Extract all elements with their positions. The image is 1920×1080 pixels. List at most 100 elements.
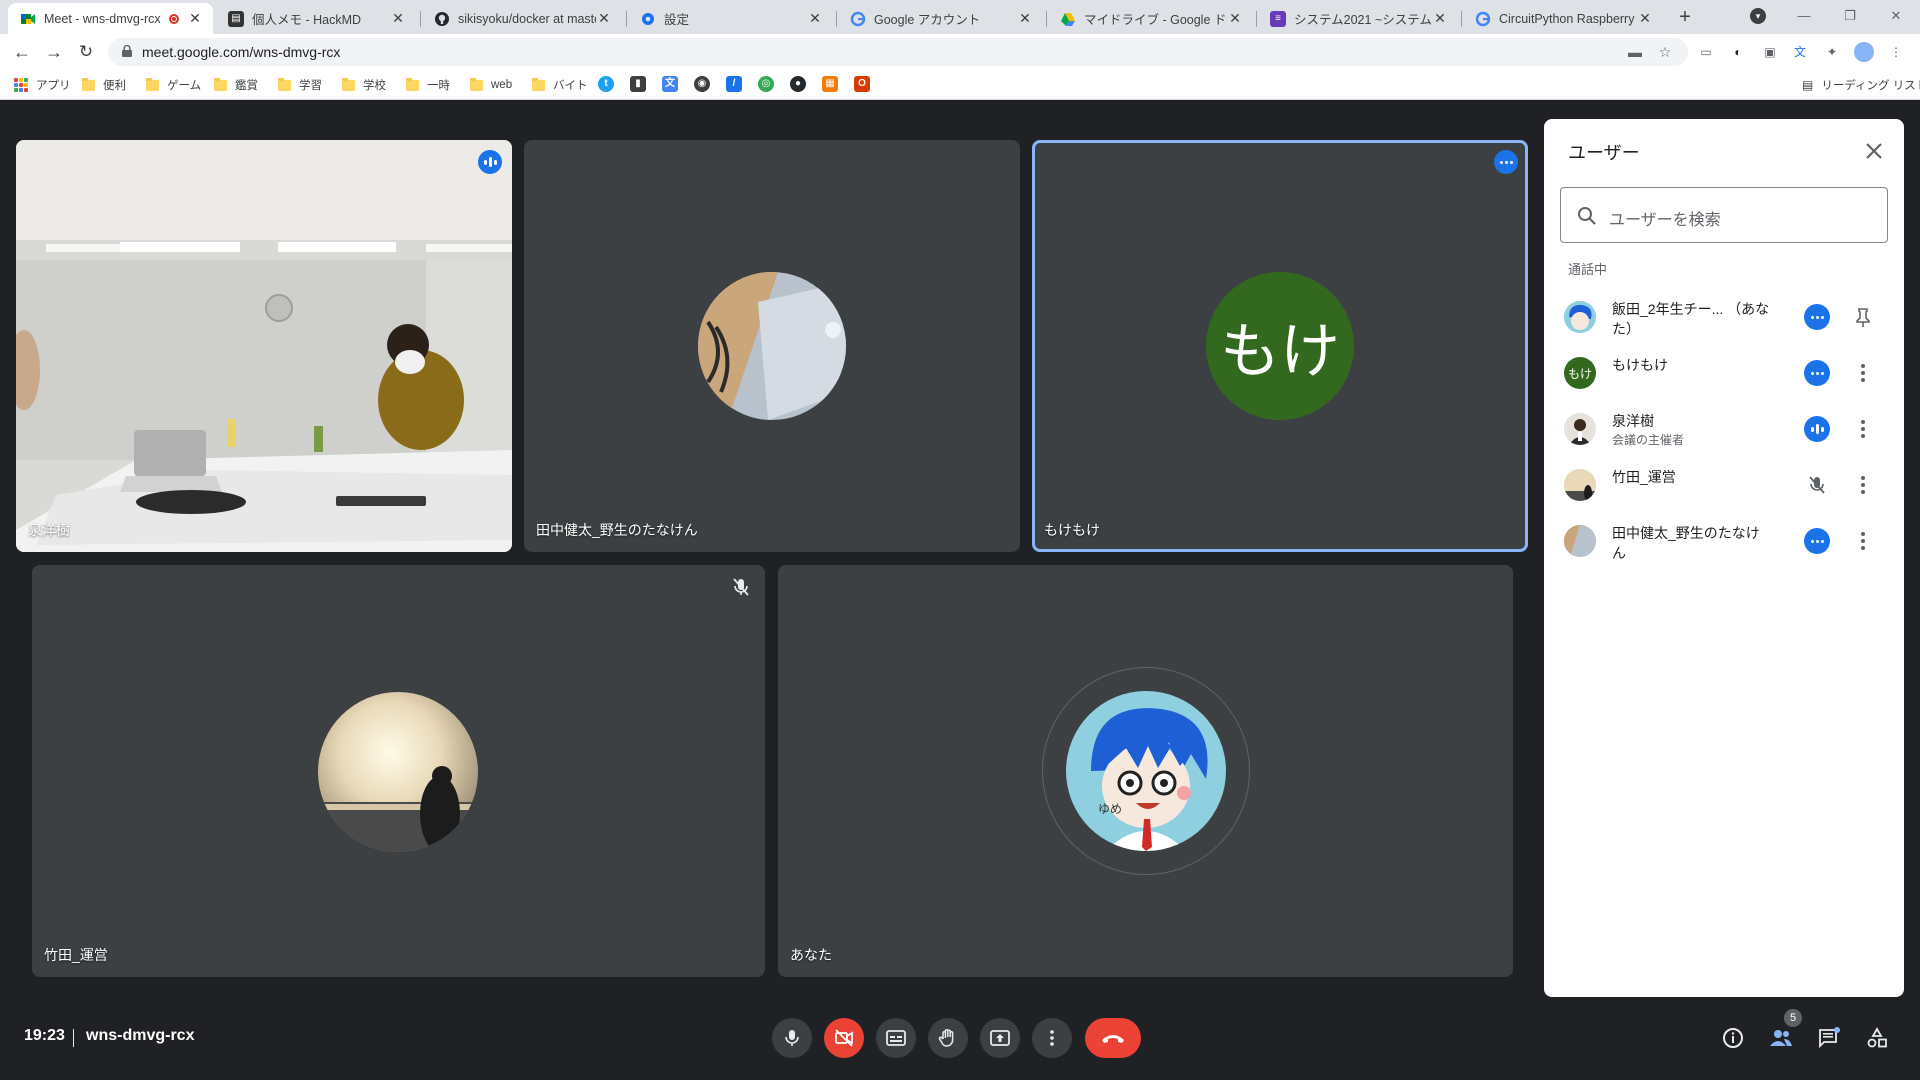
participant-avatar (698, 272, 846, 420)
reload-icon[interactable]: ↻ (74, 40, 98, 64)
more-options-icon[interactable] (1804, 304, 1830, 330)
end-call-icon (1102, 1035, 1124, 1043)
participant-tile-camera[interactable]: 泉洋樹 (16, 140, 512, 552)
tab-google-forms[interactable]: ≡ システム2021 ~システムVS~ ✕ (1258, 3, 1458, 34)
close-icon[interactable] (1862, 139, 1886, 163)
bookmark-star-icon[interactable]: ☆ (1656, 43, 1674, 61)
more-vert-icon[interactable] (1850, 416, 1876, 442)
reading-list-button[interactable]: ▤ リーディング リスト (1802, 77, 1920, 93)
chat-extension-icon[interactable]: ▣ (1760, 42, 1780, 62)
participant-name: 竹田_運営 (44, 947, 108, 963)
captions-button[interactable] (876, 1018, 916, 1058)
bar-divider (73, 1029, 74, 1047)
orange-app-icon[interactable]: ▦ (822, 76, 838, 92)
more-options-icon[interactable] (1804, 528, 1830, 554)
bookmark-folder[interactable]: 一時 (406, 77, 450, 93)
forward-icon[interactable]: → (42, 40, 66, 64)
person-row[interactable]: 竹田_運営 (1544, 457, 1904, 513)
tab-circuitpython[interactable]: CircuitPython Raspberry Pi ✕ (1463, 3, 1663, 34)
close-tab-icon[interactable]: ✕ (1432, 10, 1448, 27)
close-tab-icon[interactable]: ✕ (1017, 10, 1033, 27)
tab-divider (626, 11, 627, 27)
participant-name: 田中健太_野生のたなけん (536, 522, 698, 538)
meeting-details-button[interactable] (1720, 1025, 1746, 1051)
tab-google-account[interactable]: Google アカウント ✕ (838, 3, 1043, 34)
camera-toggle-button[interactable] (824, 1018, 864, 1058)
bookmark-apps[interactable]: アプリ (14, 77, 71, 93)
document-icon[interactable]: ▮ (630, 76, 646, 92)
close-tab-icon[interactable]: ✕ (1227, 10, 1243, 27)
person-row-self[interactable]: 飯田_2年生チー... （あなた） (1544, 289, 1904, 345)
tab-search-icon[interactable]: ▾ (1750, 8, 1766, 24)
folder-icon (342, 77, 355, 91)
close-tab-icon[interactable]: ✕ (807, 10, 823, 27)
more-options-icon[interactable] (1494, 150, 1518, 174)
sync-extension-icon[interactable]: ◐ (1728, 42, 1748, 62)
more-vert-icon[interactable] (1850, 472, 1876, 498)
bookmark-folder[interactable]: 便利 (82, 77, 126, 93)
close-tab-icon[interactable]: ✕ (596, 10, 612, 27)
participant-tile[interactable]: 竹田_運営 (32, 565, 765, 977)
people-search-input[interactable]: ユーザーを検索 (1560, 187, 1888, 243)
people-button[interactable] (1768, 1025, 1794, 1051)
tab-meet[interactable]: Meet - wns-dmvg-rcx ✕ (8, 3, 213, 34)
extensions-puzzle-icon[interactable]: ✦ (1822, 42, 1842, 62)
translate-extension-icon[interactable]: 文 (1790, 42, 1810, 62)
bookmark-folder[interactable]: web (470, 77, 512, 93)
participant-tile[interactable]: 田中健太_野生のたなけん (524, 140, 1020, 552)
person-name: もけもけ (1612, 357, 1668, 373)
participant-tile-highlighted[interactable]: もけ もけもけ (1032, 140, 1528, 552)
more-vert-icon[interactable] (1850, 528, 1876, 554)
twitter-icon[interactable]: t (598, 76, 614, 92)
person-row[interactable]: もけ もけもけ (1544, 345, 1904, 401)
camera-video-frame (16, 140, 512, 552)
close-tab-icon[interactable]: ✕ (390, 10, 406, 27)
bookmark-folder[interactable]: 鑑賞 (214, 77, 258, 93)
address-bar[interactable]: meet.google.com/wns-dmvg-rcx ▬ ☆ (108, 38, 1688, 66)
circle-app-icon[interactable]: ◉ (694, 76, 710, 92)
chat-icon (1819, 1027, 1840, 1049)
person-row-host[interactable]: 泉洋樹 会議の主催者 (1544, 401, 1904, 457)
bookmark-label: ゲーム (167, 80, 202, 92)
bookmark-folder[interactable]: 学校 (342, 77, 386, 93)
person-row[interactable]: 田中健太_野生のたなけん (1544, 513, 1904, 569)
profile-avatar-icon[interactable] (1854, 42, 1874, 62)
minimize-icon[interactable]: — (1781, 4, 1827, 28)
microphone-button[interactable] (772, 1018, 812, 1058)
present-screen-button[interactable] (980, 1018, 1020, 1058)
back-icon[interactable]: ← (10, 40, 34, 64)
leave-call-button[interactable] (1085, 1018, 1141, 1058)
more-vert-icon[interactable] (1850, 360, 1876, 386)
pin-icon[interactable] (1850, 304, 1876, 330)
green-app-icon[interactable]: ◎ (758, 76, 774, 92)
github-icon[interactable]: ● (790, 76, 806, 92)
tab-github[interactable]: sikisyoku/docker at master ✕ (422, 3, 622, 34)
tab-divider (420, 11, 421, 27)
tab-google-drive[interactable]: マイドライブ - Google ドライブ ✕ (1048, 3, 1253, 34)
activities-button[interactable] (1864, 1025, 1890, 1051)
close-tab-icon[interactable]: ✕ (1637, 10, 1653, 27)
camera-blocked-icon[interactable]: ▬ (1626, 43, 1644, 61)
chat-button[interactable] (1816, 1025, 1842, 1051)
bookmark-label: 一時 (427, 80, 450, 92)
raise-hand-button[interactable] (928, 1018, 968, 1058)
bookmark-folder[interactable]: バイト (532, 77, 588, 93)
meeting-code: wns-dmvg-rcx (86, 1027, 195, 1044)
new-tab-button[interactable]: + (1672, 5, 1698, 31)
cast-extension-icon[interactable]: ▭ (1696, 42, 1716, 62)
tab-hackmd[interactable]: ▤ 個人メモ - HackMD ✕ (216, 3, 416, 34)
more-options-icon[interactable] (1804, 360, 1830, 386)
bookmark-folder[interactable]: ゲーム (146, 77, 201, 93)
person-name: 竹田_運営 (1612, 469, 1676, 485)
chrome-menu-icon[interactable]: ⋮ (1886, 42, 1906, 62)
tab-settings[interactable]: 設定 ✕ (628, 3, 833, 34)
office-icon[interactable]: O (854, 76, 870, 92)
restore-icon[interactable]: ❐ (1827, 4, 1873, 28)
self-tile[interactable]: ゆめ あなた (778, 565, 1513, 977)
translate-icon[interactable]: 文 (662, 76, 678, 92)
more-options-button[interactable] (1032, 1018, 1072, 1058)
close-window-icon[interactable]: ✕ (1873, 4, 1919, 28)
bookmark-folder[interactable]: 学習 (278, 77, 322, 93)
pen-app-icon[interactable]: / (726, 76, 742, 92)
close-tab-icon[interactable]: ✕ (187, 10, 203, 27)
